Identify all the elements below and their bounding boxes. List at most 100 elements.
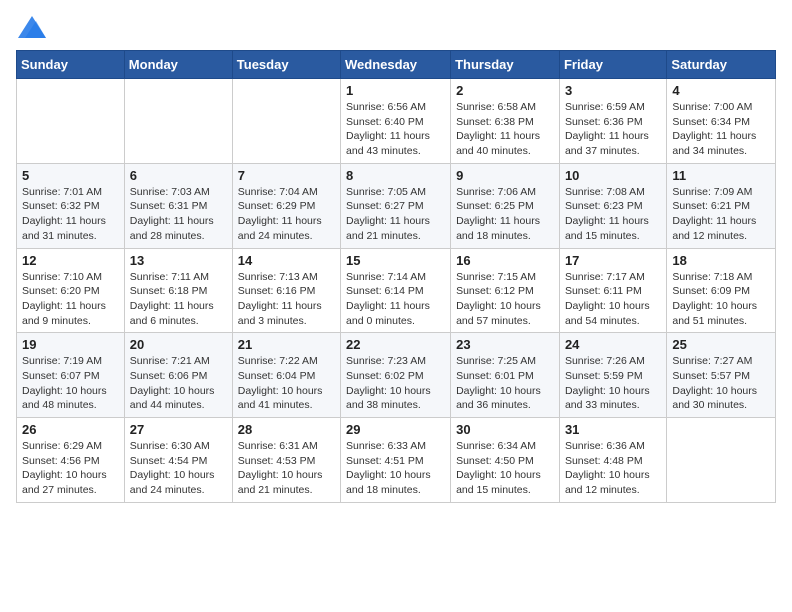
calendar-cell: 11 Sunrise: 7:09 AM Sunset: 6:21 PM Dayli… <box>667 163 776 248</box>
day-info: Sunrise: 6:31 AM Sunset: 4:53 PM Dayligh… <box>238 439 335 498</box>
day-info: Sunrise: 6:30 AM Sunset: 4:54 PM Dayligh… <box>130 439 227 498</box>
day-number: 3 <box>565 83 661 98</box>
calendar-cell <box>667 418 776 503</box>
day-number: 16 <box>456 253 554 268</box>
day-info: Sunrise: 7:05 AM Sunset: 6:27 PM Dayligh… <box>346 185 445 244</box>
day-number: 24 <box>565 337 661 352</box>
calendar-cell: 2 Sunrise: 6:58 AM Sunset: 6:38 PM Daylig… <box>451 79 560 164</box>
calendar-cell: 3 Sunrise: 6:59 AM Sunset: 6:36 PM Daylig… <box>559 79 666 164</box>
calendar-cell <box>17 79 125 164</box>
calendar-cell: 16 Sunrise: 7:15 AM Sunset: 6:12 PM Dayli… <box>451 248 560 333</box>
calendar-cell: 27 Sunrise: 6:30 AM Sunset: 4:54 PM Dayli… <box>124 418 232 503</box>
day-info: Sunrise: 7:22 AM Sunset: 6:04 PM Dayligh… <box>238 354 335 413</box>
day-info: Sunrise: 7:11 AM Sunset: 6:18 PM Dayligh… <box>130 270 227 329</box>
calendar-cell: 14 Sunrise: 7:13 AM Sunset: 6:16 PM Dayli… <box>232 248 340 333</box>
day-number: 11 <box>672 168 770 183</box>
calendar-cell: 21 Sunrise: 7:22 AM Sunset: 6:04 PM Dayli… <box>232 333 340 418</box>
calendar-week-4: 19Sunrise: 7:19 AM Sunset: 6:07 PM Dayli… <box>17 333 776 418</box>
calendar-week-5: 26Sunrise: 6:29 AM Sunset: 4:56 PM Dayli… <box>17 418 776 503</box>
calendar-cell <box>124 79 232 164</box>
day-number: 12 <box>22 253 119 268</box>
day-info: Sunrise: 7:26 AM Sunset: 5:59 PM Dayligh… <box>565 354 661 413</box>
day-number: 18 <box>672 253 770 268</box>
weekday-header-wednesday: Wednesday <box>341 51 451 79</box>
day-info: Sunrise: 7:04 AM Sunset: 6:29 PM Dayligh… <box>238 185 335 244</box>
calendar-cell <box>232 79 340 164</box>
day-info: Sunrise: 7:17 AM Sunset: 6:11 PM Dayligh… <box>565 270 661 329</box>
logo-icon <box>18 16 46 38</box>
day-number: 4 <box>672 83 770 98</box>
day-info: Sunrise: 6:59 AM Sunset: 6:36 PM Dayligh… <box>565 100 661 159</box>
day-info: Sunrise: 6:29 AM Sunset: 4:56 PM Dayligh… <box>22 439 119 498</box>
day-number: 7 <box>238 168 335 183</box>
day-info: Sunrise: 6:34 AM Sunset: 4:50 PM Dayligh… <box>456 439 554 498</box>
day-info: Sunrise: 7:25 AM Sunset: 6:01 PM Dayligh… <box>456 354 554 413</box>
day-number: 10 <box>565 168 661 183</box>
calendar-cell: 28 Sunrise: 6:31 AM Sunset: 4:53 PM Dayli… <box>232 418 340 503</box>
day-info: Sunrise: 7:19 AM Sunset: 6:07 PM Dayligh… <box>22 354 119 413</box>
day-info: Sunrise: 6:36 AM Sunset: 4:48 PM Dayligh… <box>565 439 661 498</box>
calendar-table: SundayMondayTuesdayWednesdayThursdayFrid… <box>16 50 776 503</box>
weekday-header-tuesday: Tuesday <box>232 51 340 79</box>
day-number: 2 <box>456 83 554 98</box>
day-number: 23 <box>456 337 554 352</box>
day-info: Sunrise: 7:21 AM Sunset: 6:06 PM Dayligh… <box>130 354 227 413</box>
weekday-header-sunday: Sunday <box>17 51 125 79</box>
weekday-header-friday: Friday <box>559 51 666 79</box>
day-number: 21 <box>238 337 335 352</box>
day-info: Sunrise: 7:08 AM Sunset: 6:23 PM Dayligh… <box>565 185 661 244</box>
day-info: Sunrise: 7:06 AM Sunset: 6:25 PM Dayligh… <box>456 185 554 244</box>
calendar-cell: 4 Sunrise: 7:00 AM Sunset: 6:34 PM Daylig… <box>667 79 776 164</box>
weekday-header-thursday: Thursday <box>451 51 560 79</box>
weekday-header-row: SundayMondayTuesdayWednesdayThursdayFrid… <box>17 51 776 79</box>
calendar-cell: 17 Sunrise: 7:17 AM Sunset: 6:11 PM Dayli… <box>559 248 666 333</box>
calendar-cell: 13 Sunrise: 7:11 AM Sunset: 6:18 PM Dayli… <box>124 248 232 333</box>
day-number: 28 <box>238 422 335 437</box>
day-info: Sunrise: 7:00 AM Sunset: 6:34 PM Dayligh… <box>672 100 770 159</box>
calendar-cell: 10 Sunrise: 7:08 AM Sunset: 6:23 PM Dayli… <box>559 163 666 248</box>
calendar-week-3: 12Sunrise: 7:10 AM Sunset: 6:20 PM Dayli… <box>17 248 776 333</box>
calendar-cell: 9 Sunrise: 7:06 AM Sunset: 6:25 PM Daylig… <box>451 163 560 248</box>
calendar-cell: 12Sunrise: 7:10 AM Sunset: 6:20 PM Dayli… <box>17 248 125 333</box>
day-number: 27 <box>130 422 227 437</box>
day-number: 31 <box>565 422 661 437</box>
day-number: 17 <box>565 253 661 268</box>
calendar-cell: 5 Sunrise: 7:01 AM Sunset: 6:32 PM Daylig… <box>17 163 125 248</box>
day-info: Sunrise: 7:15 AM Sunset: 6:12 PM Dayligh… <box>456 270 554 329</box>
calendar-cell: 31 Sunrise: 6:36 AM Sunset: 4:48 PM Dayli… <box>559 418 666 503</box>
day-info: Sunrise: 7:23 AM Sunset: 6:02 PM Dayligh… <box>346 354 445 413</box>
day-info: Sunrise: 7:14 AM Sunset: 6:14 PM Dayligh… <box>346 270 445 329</box>
day-number: 6 <box>130 168 227 183</box>
calendar-cell: 20 Sunrise: 7:21 AM Sunset: 6:06 PM Dayli… <box>124 333 232 418</box>
day-number: 22 <box>346 337 445 352</box>
day-number: 29 <box>346 422 445 437</box>
weekday-header-monday: Monday <box>124 51 232 79</box>
day-number: 8 <box>346 168 445 183</box>
logo <box>16 16 46 38</box>
day-number: 5 <box>22 168 119 183</box>
day-info: Sunrise: 7:03 AM Sunset: 6:31 PM Dayligh… <box>130 185 227 244</box>
weekday-header-saturday: Saturday <box>667 51 776 79</box>
calendar-cell: 23 Sunrise: 7:25 AM Sunset: 6:01 PM Dayli… <box>451 333 560 418</box>
day-number: 9 <box>456 168 554 183</box>
calendar-cell: 24 Sunrise: 7:26 AM Sunset: 5:59 PM Dayli… <box>559 333 666 418</box>
calendar-week-1: 1Sunrise: 6:56 AM Sunset: 6:40 PM Daylig… <box>17 79 776 164</box>
calendar-cell: 19Sunrise: 7:19 AM Sunset: 6:07 PM Dayli… <box>17 333 125 418</box>
day-number: 1 <box>346 83 445 98</box>
day-info: Sunrise: 7:18 AM Sunset: 6:09 PM Dayligh… <box>672 270 770 329</box>
calendar-cell: 15Sunrise: 7:14 AM Sunset: 6:14 PM Dayli… <box>341 248 451 333</box>
day-info: Sunrise: 7:13 AM Sunset: 6:16 PM Dayligh… <box>238 270 335 329</box>
day-number: 14 <box>238 253 335 268</box>
calendar-cell: 18 Sunrise: 7:18 AM Sunset: 6:09 PM Dayli… <box>667 248 776 333</box>
day-info: Sunrise: 6:58 AM Sunset: 6:38 PM Dayligh… <box>456 100 554 159</box>
calendar-cell: 1Sunrise: 6:56 AM Sunset: 6:40 PM Daylig… <box>341 79 451 164</box>
day-info: Sunrise: 7:09 AM Sunset: 6:21 PM Dayligh… <box>672 185 770 244</box>
day-number: 20 <box>130 337 227 352</box>
calendar-cell: 6 Sunrise: 7:03 AM Sunset: 6:31 PM Daylig… <box>124 163 232 248</box>
day-info: Sunrise: 7:01 AM Sunset: 6:32 PM Dayligh… <box>22 185 119 244</box>
header <box>16 16 776 38</box>
day-number: 25 <box>672 337 770 352</box>
calendar-cell: 25Sunrise: 7:27 AM Sunset: 5:57 PM Dayli… <box>667 333 776 418</box>
day-number: 13 <box>130 253 227 268</box>
day-info: Sunrise: 6:33 AM Sunset: 4:51 PM Dayligh… <box>346 439 445 498</box>
